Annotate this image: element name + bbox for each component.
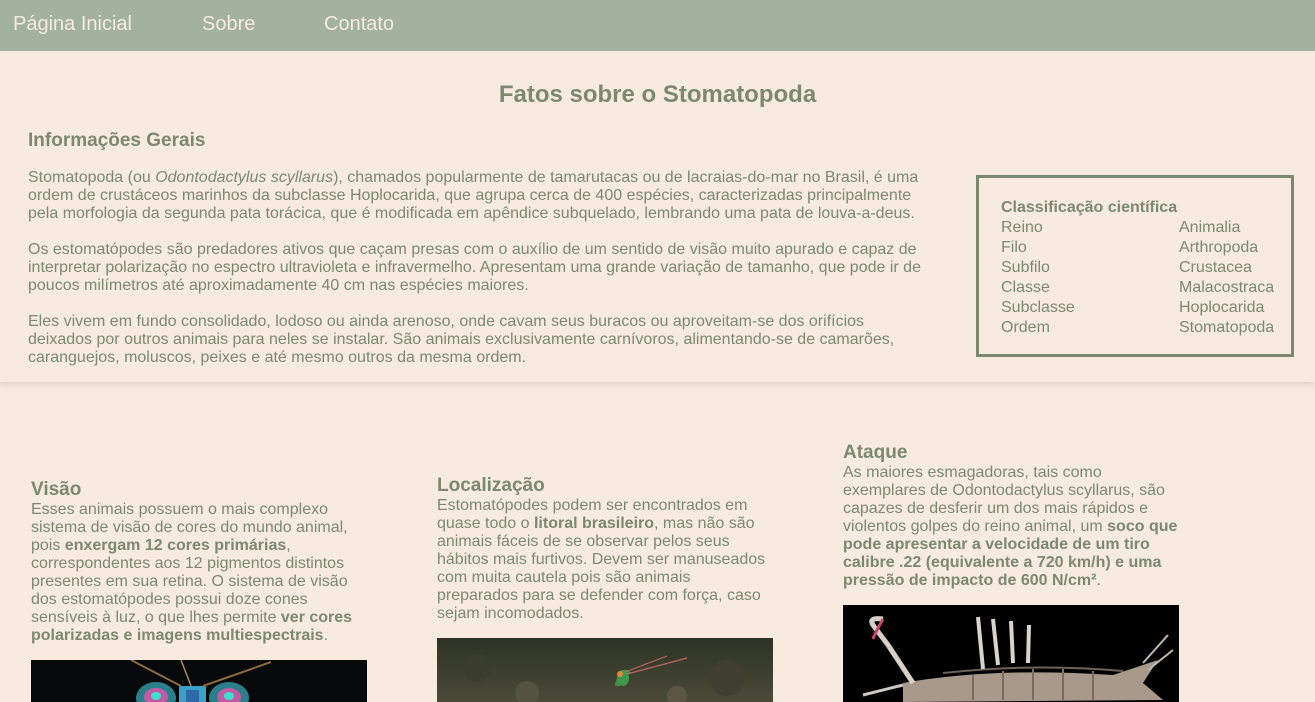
location-heading: Localização — [437, 475, 545, 496]
classification-row: Classe Malacostraca — [1001, 279, 1275, 296]
classification-row: Subfilo Crustacea — [1001, 259, 1252, 276]
nav-link-about[interactable]: Sobre — [202, 13, 255, 36]
attack-image — [843, 605, 1179, 702]
classification-row: Ordem Stomatopoda — [1001, 319, 1275, 336]
mantis-shrimp-seafloor-image — [437, 638, 773, 702]
classification-row: Filo Arthropoda — [1001, 239, 1259, 256]
location-image — [437, 638, 773, 702]
classification-box: Classificação científica Reino Animalia F… — [976, 175, 1294, 357]
vision-heading: Visão — [31, 479, 82, 500]
attack-card: Ataque As maiores esmagadoras, tais como… — [843, 442, 1179, 590]
vision-card: Visão Esses animais possuem o mais compl… — [31, 479, 367, 645]
nav-link-home[interactable]: Página Inicial — [13, 13, 132, 36]
location-text: Estomatópodes podem ser encontrados em q… — [437, 497, 766, 622]
classification-title: Classificação científica — [1001, 199, 1178, 216]
vision-text: Esses animais possuem o mais complexo si… — [31, 501, 353, 644]
general-info-heading: Informações Gerais — [28, 130, 206, 151]
attack-text: As maiores esmagadoras, tais como exempl… — [843, 464, 1178, 589]
general-info-paragraph-2: Os estomatópodes são predadores ativos q… — [28, 241, 921, 294]
attack-heading: Ataque — [843, 442, 908, 463]
classification-row: Subclasse Hoplocarida — [1001, 299, 1265, 316]
vision-image — [31, 660, 367, 702]
page-title: Fatos sobre o Stomatopoda — [498, 81, 817, 108]
facts-section: Fatos sobre o Stomatopoda Informações Ge… — [0, 51, 1315, 382]
classification-row: Reino Animalia — [1001, 219, 1241, 236]
nav-link-contact[interactable]: Contato — [324, 13, 394, 36]
top-nav: Página Inicial Sobre Contato — [0, 0, 1315, 51]
mantis-shrimp-specimen-image — [843, 605, 1179, 702]
mantis-shrimp-eyes-image — [31, 660, 367, 702]
general-info-paragraph-3: Eles vivem em fundo consolidado, lodoso … — [28, 313, 895, 366]
general-info-paragraph-1: Stomatopoda (ou Odontodactylus scyllarus… — [28, 169, 919, 222]
location-card: Localização Estomatópodes podem ser enco… — [437, 475, 773, 623]
